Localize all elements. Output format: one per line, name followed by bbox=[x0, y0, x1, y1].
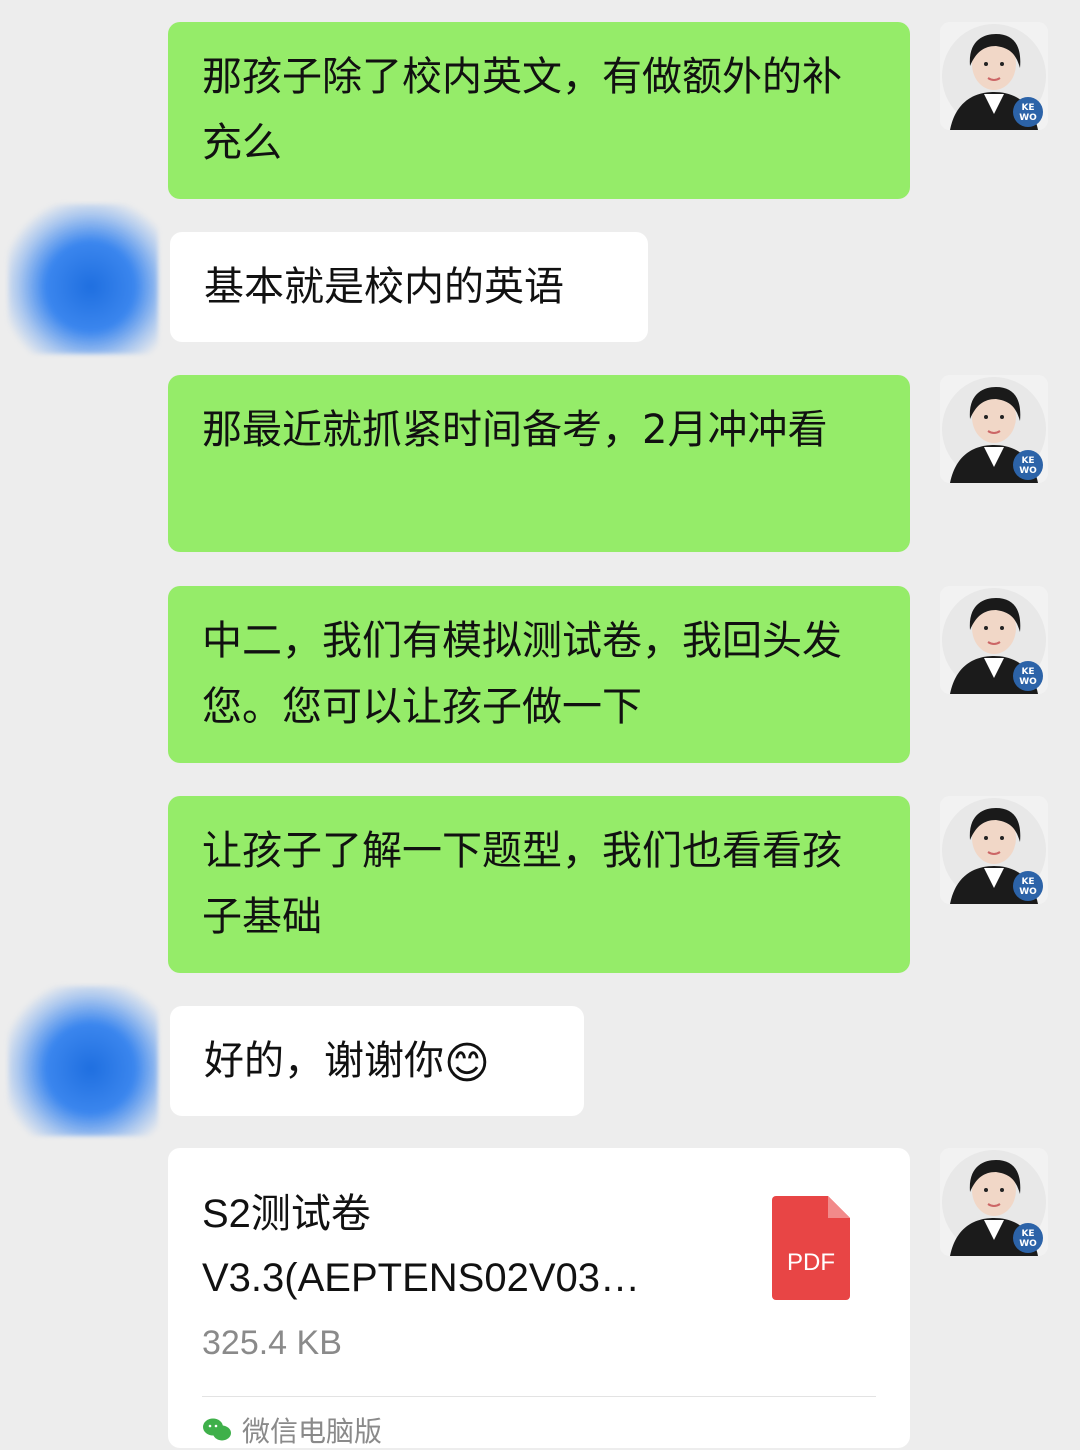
person-photo-icon: KE WO bbox=[940, 796, 1048, 904]
person-photo-icon: KE WO bbox=[940, 1148, 1048, 1256]
sent-message-bubble[interactable]: 那孩子除了校内英文，有做额外的补充么 bbox=[168, 22, 910, 199]
contact-avatar-blurred[interactable] bbox=[8, 204, 158, 354]
file-name: S2测试卷V3.3(AEPTENS02V03… bbox=[202, 1192, 640, 1300]
message-text: 那最近就抓紧时间备考，2月冲冲看 bbox=[202, 407, 828, 453]
svg-text:KE: KE bbox=[1021, 1229, 1034, 1239]
sent-message-bubble[interactable]: 中二，我们有模拟测试卷，我回头发您。您可以让孩子做一下 bbox=[168, 586, 910, 763]
divider bbox=[202, 1396, 876, 1397]
svg-text:WO: WO bbox=[1019, 1239, 1037, 1249]
person-photo-icon: KE WO bbox=[940, 375, 1048, 483]
file-source-label: 微信电脑版 bbox=[242, 1415, 383, 1448]
sent-message-bubble[interactable]: 让孩子了解一下题型，我们也看看孩子基础 bbox=[168, 796, 910, 973]
contact-avatar-blurred[interactable] bbox=[8, 986, 158, 1136]
message-text: 那孩子除了校内英文，有做额外的补充么 bbox=[202, 54, 842, 166]
file-size: 325.4 KB bbox=[202, 1324, 342, 1362]
my-avatar[interactable]: KE WO bbox=[940, 586, 1048, 694]
smile-emoji-icon: 😊 bbox=[444, 1038, 490, 1089]
pdf-file-icon: PDF bbox=[772, 1196, 850, 1300]
svg-text:WO: WO bbox=[1019, 113, 1037, 123]
svg-text:KE: KE bbox=[1021, 667, 1034, 677]
svg-text:WO: WO bbox=[1019, 466, 1037, 476]
svg-text:KE: KE bbox=[1021, 456, 1034, 466]
pdf-label: PDF bbox=[787, 1249, 835, 1276]
wechat-icon bbox=[203, 1418, 231, 1441]
sent-message-bubble[interactable]: 那最近就抓紧时间备考，2月冲冲看 bbox=[168, 375, 910, 552]
message-text: 中二，我们有模拟测试卷，我回头发您。您可以让孩子做一下 bbox=[202, 618, 842, 730]
received-message-bubble[interactable]: 好的，谢谢你😊 bbox=[170, 1006, 584, 1116]
my-avatar[interactable]: KE WO bbox=[940, 22, 1048, 130]
received-message-bubble[interactable]: 基本就是校内的英语 bbox=[170, 232, 648, 342]
svg-text:KE: KE bbox=[1021, 103, 1034, 113]
my-avatar[interactable]: KE WO bbox=[940, 1148, 1048, 1256]
message-text: 好的，谢谢你 bbox=[204, 1038, 444, 1084]
person-photo-icon: KE WO bbox=[940, 22, 1048, 130]
message-text: 基本就是校内的英语 bbox=[204, 264, 564, 310]
person-photo-icon: KE WO bbox=[940, 586, 1048, 694]
file-message-card[interactable]: S2测试卷V3.3(AEPTENS02V03… 325.4 KB PDF 微信电… bbox=[168, 1148, 910, 1448]
message-text: 让孩子了解一下题型，我们也看看孩子基础 bbox=[202, 828, 842, 940]
my-avatar[interactable]: KE WO bbox=[940, 796, 1048, 904]
svg-text:KE: KE bbox=[1021, 877, 1034, 887]
file-source: 微信电脑版 bbox=[202, 1410, 382, 1450]
svg-text:WO: WO bbox=[1019, 887, 1037, 897]
svg-text:WO: WO bbox=[1019, 677, 1037, 687]
my-avatar[interactable]: KE WO bbox=[940, 375, 1048, 483]
